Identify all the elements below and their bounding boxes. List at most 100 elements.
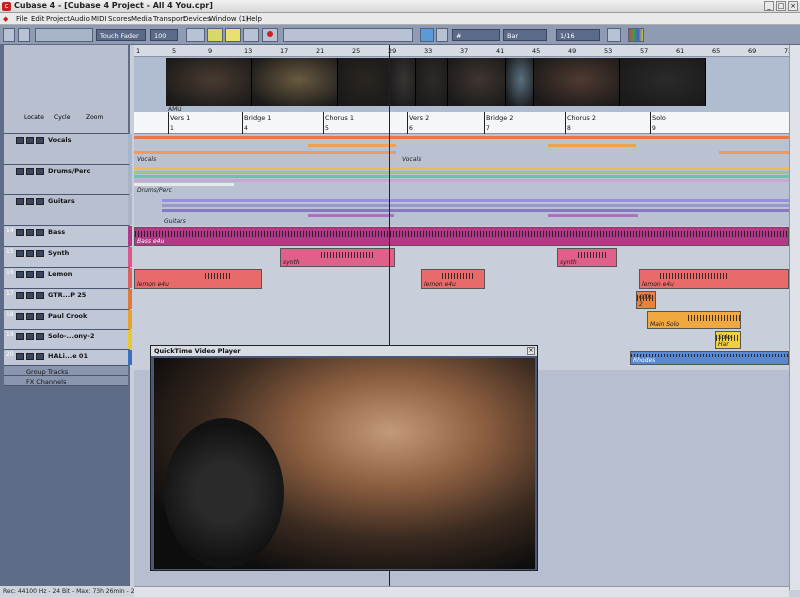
mute-button[interactable]	[16, 313, 24, 320]
solo-button[interactable]	[26, 229, 34, 236]
track-color-tag[interactable]	[128, 289, 132, 309]
track-name[interactable]: GTR...P 25	[48, 291, 86, 299]
document-menu-icon[interactable]: ◆	[3, 15, 8, 23]
track-name[interactable]: Drums/Perc	[48, 167, 90, 175]
solo-button[interactable]	[26, 168, 34, 175]
marker-label[interactable]: Bridge 1	[244, 114, 271, 122]
track-name[interactable]: Synth	[48, 249, 69, 257]
horizontal-scrollbar[interactable]	[134, 586, 789, 597]
record-button[interactable]	[262, 28, 278, 42]
timeline-ruler[interactable]: 15913172125293337414549535761656973	[134, 45, 792, 57]
menu-scores[interactable]: Scores	[108, 15, 131, 23]
vocals-part-bar[interactable]	[134, 151, 396, 154]
lemon-audio-part[interactable]: lemon e4u	[134, 269, 262, 289]
edit-button[interactable]	[36, 168, 44, 175]
menu-media[interactable]: Media	[131, 15, 152, 23]
bass-audio-part[interactable]: Bass e4u	[134, 227, 789, 246]
mute-button[interactable]	[16, 168, 24, 175]
track-name[interactable]: Solo-...ony-2	[48, 332, 95, 340]
track-name[interactable]: Bass	[48, 228, 65, 236]
mute-button[interactable]	[16, 229, 24, 236]
marker-label[interactable]: Chorus 1	[325, 114, 354, 122]
grid-type-select[interactable]: Bar	[503, 29, 547, 41]
guitars-part-bar[interactable]	[162, 204, 789, 207]
marker-line[interactable]	[407, 112, 408, 134]
guitars-part-bar[interactable]	[308, 214, 394, 217]
track-header[interactable]: Vocals	[4, 134, 132, 165]
track-name[interactable]: FX Channels	[26, 378, 66, 386]
play-button[interactable]	[243, 28, 259, 42]
quicktime-close-icon[interactable]: ×	[527, 347, 535, 355]
solo-button[interactable]	[26, 333, 34, 340]
track-color-tag[interactable]	[128, 247, 132, 267]
track-color-tag[interactable]	[128, 268, 132, 288]
track-color-tag[interactable]	[128, 134, 132, 164]
track-name[interactable]: Lemon	[48, 270, 72, 278]
menu-midi[interactable]: MIDI	[91, 15, 107, 23]
guitars-part-bar[interactable]	[162, 199, 789, 202]
mute-button[interactable]	[16, 137, 24, 144]
solo-harmony-audio-part[interactable]: Solo-Har	[715, 331, 741, 349]
edit-button[interactable]	[36, 353, 44, 360]
menu-devices[interactable]: Devices	[183, 15, 211, 23]
locate-label[interactable]: Locate	[24, 114, 44, 121]
edit-button[interactable]	[36, 271, 44, 278]
track-name[interactable]: Vocals	[48, 136, 71, 144]
guitars-part-bar[interactable]	[162, 209, 789, 212]
main-solo-audio-part[interactable]: Main Solo	[647, 311, 741, 329]
tool-buttons[interactable]	[283, 28, 413, 42]
menu-edit[interactable]: Edit	[31, 15, 45, 23]
autofade-field[interactable]: 100 ms	[150, 29, 178, 52]
guitars-part-bar[interactable]	[548, 214, 638, 217]
activate-project-button[interactable]	[3, 28, 15, 42]
marker-label[interactable]: Chorus 2	[567, 114, 596, 122]
vertical-scrollbar[interactable]	[789, 45, 800, 590]
lemon-audio-part[interactable]: lemon e4u	[639, 269, 789, 289]
track-color-tag[interactable]	[128, 195, 132, 225]
quicktime-video-player[interactable]: QuickTime Video Player ×	[150, 345, 538, 571]
minimize-button[interactable]: _	[764, 1, 774, 11]
track-color-tag[interactable]	[128, 165, 132, 194]
marker-label[interactable]: Vers 2	[409, 114, 429, 122]
drums-part-bar[interactable]	[134, 179, 789, 182]
marker-line[interactable]	[565, 112, 566, 134]
snap-to-zero-button[interactable]	[436, 28, 448, 42]
solo-button[interactable]	[26, 313, 34, 320]
track-header[interactable]: 19 Solo-...ony-2	[4, 330, 132, 350]
video-track[interactable]: AMU	[134, 57, 789, 113]
track-name[interactable]: HALi...e 01	[48, 352, 88, 360]
edit-button[interactable]	[36, 229, 44, 236]
solo-button[interactable]	[26, 137, 34, 144]
menu-transport[interactable]: Transport	[153, 15, 186, 23]
drums-part-bar[interactable]	[134, 167, 789, 170]
track-header[interactable]: 16 Lemon	[4, 268, 132, 289]
track-header[interactable]: 20 HALi...e 01	[4, 350, 132, 366]
menu-project[interactable]: Project	[46, 15, 70, 23]
edit-button[interactable]	[36, 292, 44, 299]
window-zone-buttons[interactable]	[35, 28, 93, 42]
vocals-part-bar[interactable]	[134, 136, 789, 139]
cycle-button[interactable]	[207, 28, 223, 42]
mute-button[interactable]	[16, 292, 24, 299]
menu-help[interactable]: Help	[246, 15, 262, 23]
synth-audio-part[interactable]: synth	[280, 248, 395, 267]
track-color-tag[interactable]	[128, 330, 132, 349]
solo-button[interactable]	[26, 271, 34, 278]
edit-button[interactable]	[36, 333, 44, 340]
mute-button[interactable]	[16, 353, 24, 360]
edit-button[interactable]	[36, 198, 44, 205]
solo-button[interactable]	[26, 292, 34, 299]
marker-line[interactable]	[323, 112, 324, 134]
snap-type-select[interactable]: #	[452, 29, 500, 41]
maximize-button[interactable]: □	[776, 1, 786, 11]
drums-part-bar[interactable]	[134, 171, 789, 174]
marker-line[interactable]	[484, 112, 485, 134]
mute-button[interactable]	[16, 271, 24, 278]
track-header[interactable]: 17 GTR...P 25	[4, 289, 132, 310]
drums-part-bar[interactable]	[134, 175, 789, 178]
marker-label[interactable]: Solo	[652, 114, 666, 122]
quicktime-title[interactable]: QuickTime Video Player	[151, 346, 537, 356]
edit-button[interactable]	[36, 313, 44, 320]
quantize-select[interactable]: 1/16	[556, 29, 600, 41]
menu-file[interactable]: File	[16, 15, 28, 23]
